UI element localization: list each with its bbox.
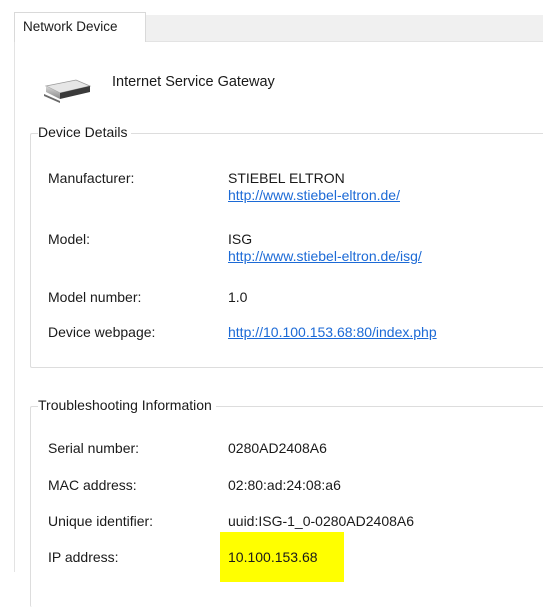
router-icon	[44, 79, 92, 103]
unique-identifier-label: Unique identifier:	[48, 513, 154, 529]
manufacturer-link[interactable]: http://www.stiebel-eltron.de/	[228, 187, 400, 203]
device-webpage-link[interactable]: http://10.100.153.68:80/index.php	[228, 324, 437, 340]
tab-network-device[interactable]: Network Device	[14, 12, 146, 42]
mac-address-label: MAC address:	[48, 477, 137, 493]
model-value-block: ISG http://www.stiebel-eltron.de/isg/	[228, 231, 422, 264]
panel-border	[14, 42, 15, 572]
model-number-value: 1.0	[228, 289, 248, 305]
manufacturer-value: STIEBEL ELTRON	[228, 170, 345, 186]
tab-strip: Network Device	[0, 12, 543, 42]
device-name: Internet Service Gateway	[112, 74, 275, 90]
unique-identifier-value: uuid:ISG-1_0-0280AD2408A6	[228, 513, 415, 529]
model-number-label: Model number:	[48, 289, 142, 305]
tab-strip-background	[146, 15, 543, 42]
mac-address-value: 02:80:ad:24:08:a6	[228, 477, 341, 493]
manufacturer-value-block: STIEBEL ELTRON http://www.stiebel-eltron…	[228, 170, 400, 203]
model-link[interactable]: http://www.stiebel-eltron.de/isg/	[228, 248, 422, 264]
device-webpage-label: Device webpage:	[48, 324, 156, 340]
device-details-title: Device Details	[38, 124, 132, 140]
serial-number-value: 0280AD2408A6	[228, 440, 327, 456]
model-value: ISG	[228, 231, 253, 247]
serial-number-label: Serial number:	[48, 440, 140, 456]
model-label: Model:	[48, 231, 91, 247]
manufacturer-label: Manufacturer:	[48, 170, 135, 186]
ip-address-label: IP address:	[48, 549, 119, 565]
troubleshooting-title: Troubleshooting Information	[38, 397, 216, 413]
ip-address-value: 10.100.153.68	[228, 549, 318, 565]
